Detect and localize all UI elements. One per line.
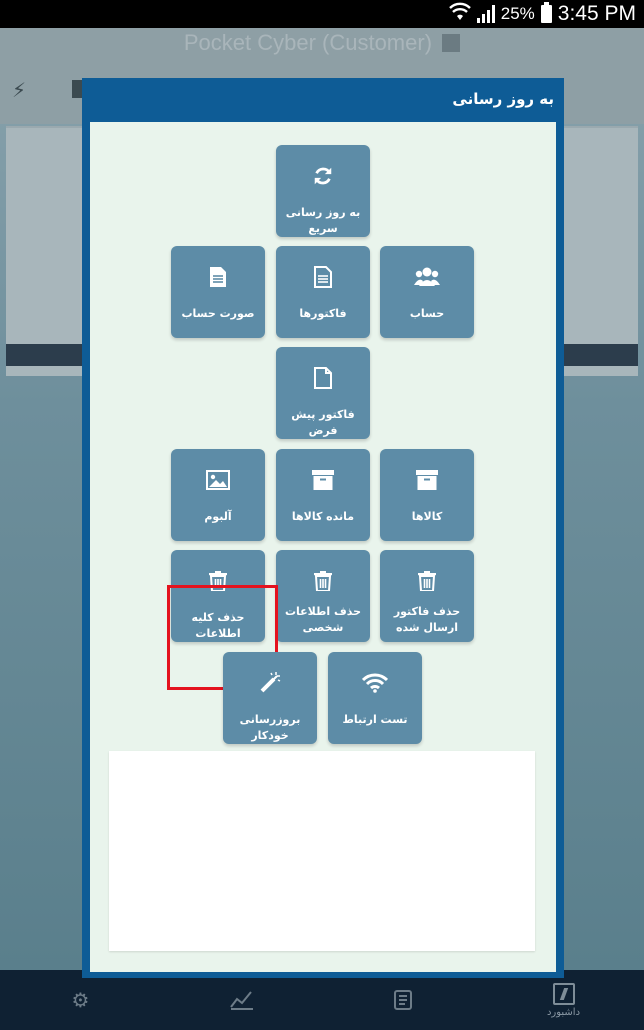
product-stock-button[interactable]: مانده کالاها (276, 449, 370, 541)
account-label: حساب (409, 307, 445, 320)
nav-settings[interactable]: ⚙ (0, 970, 161, 1030)
image-icon (206, 463, 230, 497)
album-button[interactable]: آلبوم (171, 449, 265, 541)
nav-reports[interactable] (161, 970, 322, 1030)
delete-sent-invoices-label: حذف فاکتور ارسال شده (393, 605, 461, 634)
refresh-icon (312, 159, 334, 193)
plug-icon: ⚡ (12, 78, 27, 102)
nav-documents[interactable] (322, 970, 483, 1030)
file-text-icon (209, 260, 227, 294)
statement-label: صورت حساب (181, 307, 255, 320)
archive-icon (416, 463, 438, 497)
dashboard-icon (552, 982, 575, 1005)
update-dialog: به روز رسانی به روز رسانی سریع حساب فاکت… (82, 78, 564, 978)
status-bar: 25% 3:45 PM (0, 0, 644, 28)
wifi-icon (362, 666, 388, 700)
delete-personal-info-label: حذف اطلاعات شخصی (284, 605, 362, 634)
scroll-icon (393, 990, 412, 1010)
wifi-icon (448, 2, 471, 27)
trash-icon (418, 564, 436, 598)
trash-icon (314, 564, 332, 598)
product-stock-label: مانده کالاها (291, 510, 355, 523)
dialog-body: به روز رسانی سریع حساب فاکتورها صورت حسا… (90, 122, 556, 972)
quick-update-label: به روز رسانی سریع (285, 206, 361, 235)
invoices-button[interactable]: فاکتورها (276, 246, 370, 338)
app-title: Pocket Cyber (Customer) (0, 30, 644, 56)
clock: 3:45 PM (557, 2, 636, 25)
statement-button[interactable]: صورت حساب (171, 246, 265, 338)
account-button[interactable]: حساب (380, 246, 474, 338)
delete-personal-info-button[interactable]: حذف اطلاعات شخصی (276, 550, 370, 642)
battery-icon (540, 2, 552, 23)
app-logo-icon (442, 34, 461, 52)
proforma-label: فاکتور پیش فرض (291, 408, 355, 437)
nav-dashboard[interactable]: داشبورد (483, 970, 644, 1030)
delete-all-info-button[interactable]: حذف کلیه اطلاعات (171, 550, 265, 642)
log-output-area (109, 751, 535, 951)
proforma-button[interactable]: فاکتور پیش فرض (276, 347, 370, 439)
archive-icon (312, 463, 334, 497)
trash-icon (209, 564, 227, 598)
users-icon (414, 260, 440, 294)
file-outline-icon (314, 361, 332, 395)
cell-signal-icon (476, 5, 495, 23)
dialog-title: به روز رسانی (452, 90, 554, 108)
auto-update-label: بروزرسانی خودکار (239, 713, 301, 742)
bottom-nav: ⚙ داشبورد (0, 970, 644, 1030)
quick-update-button[interactable]: به روز رسانی سریع (276, 145, 370, 237)
test-connection-button[interactable]: تست ارتباط (328, 652, 422, 744)
products-button[interactable]: کالاها (380, 449, 474, 541)
delete-sent-invoices-button[interactable]: حذف فاکتور ارسال شده (380, 550, 474, 642)
auto-update-button[interactable]: بروزرسانی خودکار (223, 652, 317, 744)
album-label: آلبوم (204, 510, 232, 523)
nav-dashboard-label: داشبورد (546, 1006, 581, 1018)
delete-all-info-label: حذف کلیه اطلاعات (191, 611, 245, 640)
products-label: کالاها (411, 510, 443, 523)
battery-percent: 25% (500, 4, 535, 23)
magic-wand-icon (258, 666, 282, 700)
gears-icon: ⚙ (71, 988, 90, 1012)
chart-icon (229, 991, 253, 1010)
test-connection-label: تست ارتباط (342, 713, 408, 726)
invoices-label: فاکتورها (299, 307, 347, 320)
file-text-outline-icon (314, 260, 332, 294)
